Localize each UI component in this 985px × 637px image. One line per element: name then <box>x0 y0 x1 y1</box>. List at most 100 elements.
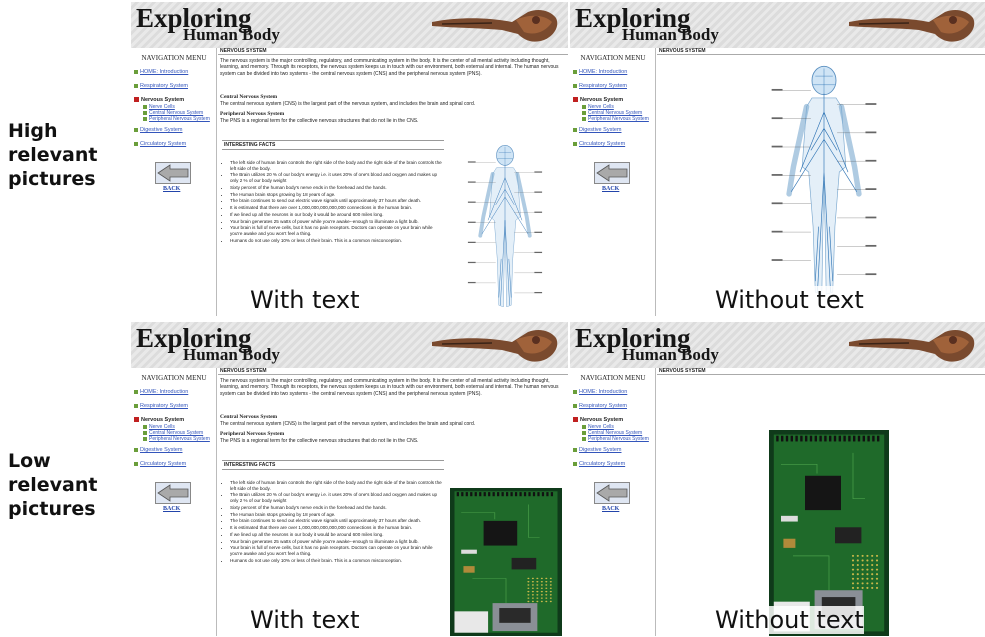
caption-without-text: Without text <box>715 606 864 634</box>
nav-item[interactable]: HOME: Introduction <box>134 389 188 395</box>
nav-item-label: Circulatory System <box>140 141 187 147</box>
fact-item: Humans do not use only 10% or less of th… <box>230 238 446 244</box>
facts-list: The left side of human brain controls th… <box>230 160 446 245</box>
nav-subitem-label: Peripheral Nervous System <box>588 436 649 442</box>
navigation-menu: NAVIGATION MENU HOME: Introduction Respira… <box>131 48 217 316</box>
section-title: NERVOUS SYSTEM <box>657 368 985 375</box>
content-area: NERVOUS SYSTEM The nervous system is the … <box>218 368 568 636</box>
nav-item-label: Digestive System <box>579 447 622 453</box>
bullet-icon <box>134 403 138 408</box>
bullet-icon <box>582 436 586 441</box>
nav-item[interactable]: Respiratory System <box>573 403 627 409</box>
caption-with-text: With text <box>250 286 360 314</box>
nav-subitem[interactable]: Peripheral Nervous System <box>143 436 210 442</box>
website-panel: Exploring Human Body NAVIGATION MENU HOME: … <box>570 322 985 636</box>
website-panel: Exploring Human Body NAVIGATION MENU HOME: … <box>570 2 985 316</box>
back-button[interactable] <box>155 162 191 184</box>
nav-item-label: HOME: Introduction <box>579 389 628 395</box>
back-button[interactable] <box>594 482 630 504</box>
bullet-icon <box>143 436 147 441</box>
bullet-icon <box>143 116 147 121</box>
fact-item: Humans do not use only 10% or less of th… <box>230 558 446 564</box>
bullet-icon <box>134 97 139 103</box>
nav-item[interactable]: Circulatory System <box>134 141 186 147</box>
nav-item[interactable]: Nervous System <box>134 97 184 103</box>
nav-item-label: Digestive System <box>579 127 622 133</box>
nav-item[interactable]: Circulatory System <box>573 141 625 147</box>
fact-item: The left side of human brain controls th… <box>230 480 446 491</box>
site-subtitle: Human Body <box>622 25 719 44</box>
nav-item[interactable]: Digestive System <box>134 127 183 133</box>
bullet-icon <box>134 389 138 394</box>
nervous-system-diagram <box>467 145 543 308</box>
fact-item: If we lined up all the neurons in our bo… <box>230 212 446 218</box>
nav-item[interactable]: Circulatory System <box>134 461 186 467</box>
nav-item[interactable]: Respiratory System <box>134 403 188 409</box>
back-link[interactable]: BACK <box>163 506 180 512</box>
back-link[interactable]: BACK <box>602 506 619 512</box>
bullet-icon <box>573 97 578 103</box>
nav-item-label: Respiratory System <box>579 83 627 89</box>
navigation-menu: NAVIGATION MENU HOME: Introduction Respira… <box>131 368 217 636</box>
nav-subitem[interactable]: Peripheral Nervous System <box>582 436 649 442</box>
site-header: Exploring Human Body <box>570 322 985 368</box>
site-header: Exploring Human Body <box>570 2 985 48</box>
bullet-icon <box>573 461 577 466</box>
pns-heading: Peripheral Nervous System <box>220 111 285 117</box>
nav-item-label: Nervous System <box>141 417 185 423</box>
cns-heading: Central Nervous System <box>220 94 278 100</box>
nav-subitem[interactable]: Peripheral Nervous System <box>143 116 210 122</box>
fact-item: Your brain generates 25 watts of power w… <box>230 219 446 225</box>
nav-item[interactable]: Digestive System <box>573 447 622 453</box>
bullet-icon <box>134 127 138 132</box>
navigation-menu: NAVIGATION MENU HOME: Introduction Respira… <box>570 368 656 636</box>
pns-heading: Peripheral Nervous System <box>220 431 285 437</box>
row-label-high: High relevant pictures <box>8 120 98 190</box>
back-button[interactable] <box>155 482 191 504</box>
nav-heading: NAVIGATION MENU <box>141 374 207 382</box>
fact-item: Sixty percent of the human body's nerve … <box>230 185 446 191</box>
nav-item[interactable]: HOME: Introduction <box>134 69 188 75</box>
fact-item: The Brain utilizes 20 % of our body's en… <box>230 172 446 183</box>
back-link[interactable]: BACK <box>163 186 180 192</box>
bullet-icon <box>143 110 147 115</box>
nav-item-label: Respiratory System <box>579 403 627 409</box>
bullet-icon <box>573 69 577 74</box>
dragon-figure-image <box>432 330 558 362</box>
bullet-icon <box>143 424 147 429</box>
fact-item: Your brain generates 25 watts of power w… <box>230 539 446 545</box>
fact-item: It is estimated that there are over 1,00… <box>230 525 446 531</box>
cns-text: The central nervous system (CNS) is the … <box>220 100 476 107</box>
nav-subitem[interactable]: Peripheral Nervous System <box>582 116 649 122</box>
fact-item: Your brain is full of nerve cells, but i… <box>230 225 446 236</box>
site-subtitle: Human Body <box>183 25 280 44</box>
bullet-icon <box>134 461 138 466</box>
nav-item[interactable]: Circulatory System <box>573 461 625 467</box>
bullet-icon <box>134 141 138 146</box>
intro-paragraph: The nervous system is the major controll… <box>220 378 559 397</box>
nav-item[interactable]: Nervous System <box>134 417 184 423</box>
nav-item-label: HOME: Introduction <box>579 69 628 75</box>
fact-item: The Brain utilizes 20 % of our body's en… <box>230 492 446 503</box>
nav-item[interactable]: Respiratory System <box>134 83 188 89</box>
fact-item: The brain continues to send out electric… <box>230 518 446 524</box>
nav-item[interactable]: HOME: Introduction <box>573 69 627 75</box>
nav-item[interactable]: Digestive System <box>134 447 183 453</box>
nav-item[interactable]: Digestive System <box>573 127 622 133</box>
nav-item[interactable]: Nervous System <box>573 97 623 103</box>
nav-item-label: Circulatory System <box>140 461 187 467</box>
nav-heading: NAVIGATION MENU <box>580 54 646 62</box>
nav-item-label: HOME: Introduction <box>140 389 189 395</box>
fact-item: The Human brain stops growing by 18 year… <box>230 192 446 198</box>
back-button[interactable] <box>594 162 630 184</box>
nav-heading: NAVIGATION MENU <box>580 374 646 382</box>
nav-item[interactable]: Respiratory System <box>573 83 627 89</box>
nav-item[interactable]: HOME: Introduction <box>573 389 627 395</box>
bullet-icon <box>573 127 577 132</box>
site-subtitle: Human Body <box>622 345 719 364</box>
bullet-icon <box>573 447 577 452</box>
bullet-icon <box>582 110 586 115</box>
fact-item: Sixty percent of the human body's nerve … <box>230 505 446 511</box>
back-link[interactable]: BACK <box>602 186 619 192</box>
nav-item[interactable]: Nervous System <box>573 417 623 423</box>
